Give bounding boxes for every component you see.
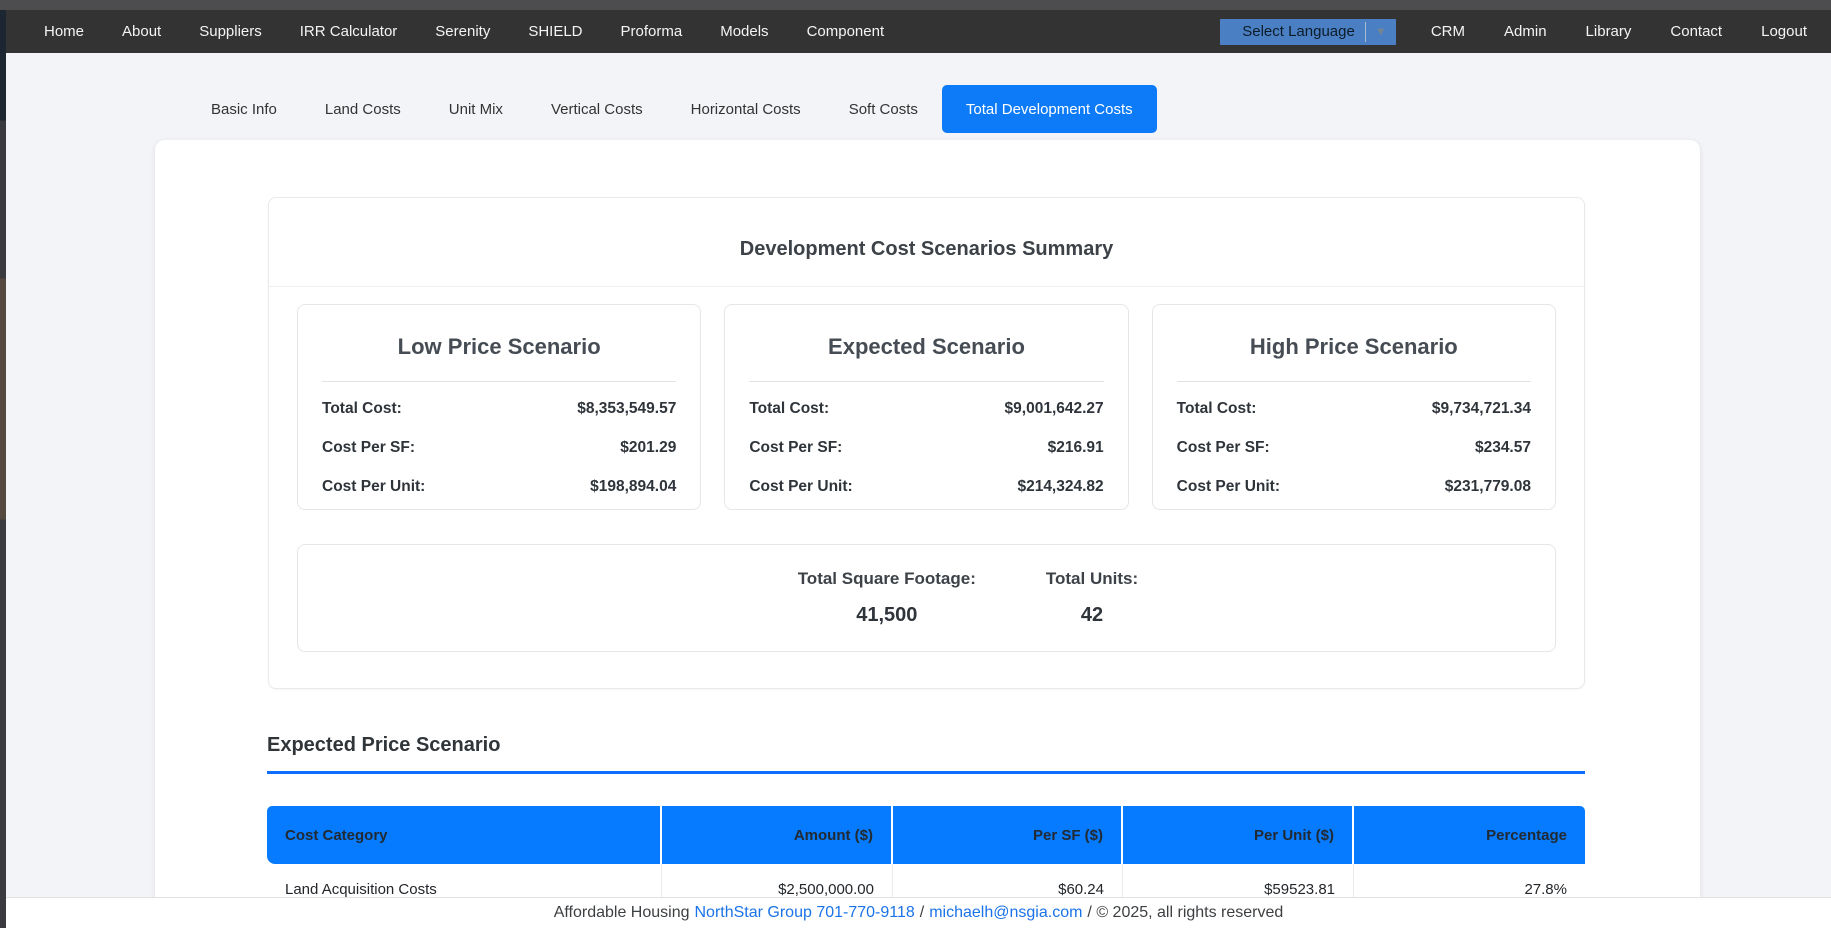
metric-label: Total Cost:: [1177, 400, 1257, 418]
nav-item-serenity[interactable]: Serenity: [435, 23, 490, 40]
scenario-cards-row: Low Price Scenario Total Cost: $8,353,54…: [269, 304, 1584, 510]
nav-item-admin[interactable]: Admin: [1504, 23, 1547, 40]
nav-item-component[interactable]: Component: [807, 23, 885, 40]
metric-label: Cost Per SF:: [1177, 439, 1270, 457]
metric-label: Total Cost:: [749, 400, 829, 418]
col-header-per-unit: Per Unit ($): [1123, 806, 1354, 864]
metric-value: $216.91: [1048, 439, 1104, 457]
footer-link-phone[interactable]: NorthStar Group 701-770-9118: [694, 904, 914, 922]
nav-item-crm[interactable]: CRM: [1431, 23, 1465, 40]
metric-label: Cost Per Unit:: [749, 478, 852, 496]
content-card: Development Cost Scenarios Summary Low P…: [155, 140, 1700, 928]
footer-text-suffix: / © 2025, all rights reserved: [1087, 904, 1283, 922]
metric-value: $231,779.08: [1445, 478, 1531, 496]
metric-row: Total Cost: $8,353,549.57: [322, 400, 676, 418]
window-top-edge: [0, 0, 1831, 10]
scenario-divider: [322, 381, 676, 382]
metric-label: Cost Per Unit:: [1177, 478, 1280, 496]
tab-total-development-costs[interactable]: Total Development Costs: [942, 85, 1157, 133]
total-value: 41,500: [798, 604, 976, 627]
tab-soft-costs[interactable]: Soft Costs: [825, 85, 942, 133]
total-value: 42: [1046, 604, 1138, 627]
scenario-card-high: High Price Scenario Total Cost: $9,734,7…: [1152, 304, 1556, 510]
scenario-title: High Price Scenario: [1177, 334, 1531, 360]
scenario-title: Expected Scenario: [749, 334, 1103, 360]
metric-row: Cost Per SF: $201.29: [322, 439, 676, 457]
total-square-footage: Total Square Footage: 41,500: [798, 569, 976, 627]
nav-item-contact[interactable]: Contact: [1670, 23, 1722, 40]
col-header-per-sf: Per SF ($): [893, 806, 1123, 864]
total-label: Total Square Footage:: [798, 569, 976, 589]
tab-vertical-costs[interactable]: Vertical Costs: [527, 85, 667, 133]
summary-divider: [269, 286, 1584, 287]
metric-label: Cost Per SF:: [322, 439, 415, 457]
summary-title: Development Cost Scenarios Summary: [269, 198, 1584, 261]
metric-row: Total Cost: $9,001,642.27: [749, 400, 1103, 418]
metric-label: Cost Per Unit:: [322, 478, 425, 496]
tab-basic-info[interactable]: Basic Info: [187, 85, 301, 133]
chevron-down-icon: ▼: [1366, 19, 1396, 45]
nav-item-about[interactable]: About: [122, 23, 161, 40]
cost-tabs: Basic Info Land Costs Unit Mix Vertical …: [187, 85, 1157, 133]
language-selector[interactable]: Select Language ▼: [1220, 19, 1396, 45]
page-footer: Affordable Housing NorthStar Group 701-7…: [6, 897, 1831, 928]
nav-item-models[interactable]: Models: [720, 23, 768, 40]
metric-value: $214,324.82: [1017, 478, 1103, 496]
col-header-cost-category: Cost Category: [267, 806, 662, 864]
metric-row: Cost Per SF: $234.57: [1177, 439, 1531, 457]
expected-scenario-heading: Expected Price Scenario: [267, 734, 500, 757]
tab-unit-mix[interactable]: Unit Mix: [425, 85, 527, 133]
nav-item-logout[interactable]: Logout: [1761, 23, 1807, 40]
tab-land-costs[interactable]: Land Costs: [301, 85, 425, 133]
scenario-card-expected: Expected Scenario Total Cost: $9,001,642…: [724, 304, 1128, 510]
nav-item-irr-calculator[interactable]: IRR Calculator: [300, 23, 398, 40]
metric-row: Cost Per Unit: $198,894.04: [322, 478, 676, 496]
metric-value: $198,894.04: [590, 478, 676, 496]
nav-item-home[interactable]: Home: [44, 23, 84, 40]
nav-left-group: Home About Suppliers IRR Calculator Sere…: [0, 23, 884, 40]
metric-row: Total Cost: $9,734,721.34: [1177, 400, 1531, 418]
scenario-title: Low Price Scenario: [322, 334, 676, 360]
language-selector-label: Select Language: [1242, 23, 1365, 40]
total-label: Total Units:: [1046, 569, 1138, 589]
window-left-edge-artifact: [0, 0, 6, 928]
nav-item-library[interactable]: Library: [1586, 23, 1632, 40]
table-header-row: Cost Category Amount ($) Per SF ($) Per …: [267, 806, 1585, 864]
metric-value: $234.57: [1475, 439, 1531, 457]
col-header-percentage: Percentage: [1354, 806, 1585, 864]
scenario-divider: [1177, 381, 1531, 382]
footer-text-prefix: Affordable Housing: [554, 904, 690, 922]
metric-value: $9,734,721.34: [1432, 400, 1531, 418]
nav-item-proforma[interactable]: Proforma: [621, 23, 683, 40]
metric-label: Total Cost:: [322, 400, 402, 418]
metric-row: Cost Per Unit: $214,324.82: [749, 478, 1103, 496]
metric-value: $201.29: [620, 439, 676, 457]
metric-label: Cost Per SF:: [749, 439, 842, 457]
nav-item-suppliers[interactable]: Suppliers: [199, 23, 262, 40]
scenario-card-low: Low Price Scenario Total Cost: $8,353,54…: [297, 304, 701, 510]
nav-item-shield[interactable]: SHIELD: [528, 23, 582, 40]
scenarios-summary-panel: Development Cost Scenarios Summary Low P…: [268, 197, 1585, 689]
footer-link-email[interactable]: michaelh@nsgia.com: [929, 904, 1082, 922]
tab-horizontal-costs[interactable]: Horizontal Costs: [667, 85, 825, 133]
metric-row: Cost Per Unit: $231,779.08: [1177, 478, 1531, 496]
nav-right-group: Select Language ▼ CRM Admin Library Cont…: [1220, 19, 1831, 45]
main-navbar: Home About Suppliers IRR Calculator Sere…: [0, 10, 1831, 53]
total-units: Total Units: 42: [1046, 569, 1138, 627]
col-header-amount: Amount ($): [662, 806, 893, 864]
metric-value: $9,001,642.27: [1005, 400, 1104, 418]
heading-underline: [267, 771, 1585, 774]
metric-value: $8,353,549.57: [577, 400, 676, 418]
project-totals-panel: Total Square Footage: 41,500 Total Units…: [297, 544, 1556, 652]
footer-separator: /: [920, 904, 924, 922]
scenario-divider: [749, 381, 1103, 382]
metric-row: Cost Per SF: $216.91: [749, 439, 1103, 457]
